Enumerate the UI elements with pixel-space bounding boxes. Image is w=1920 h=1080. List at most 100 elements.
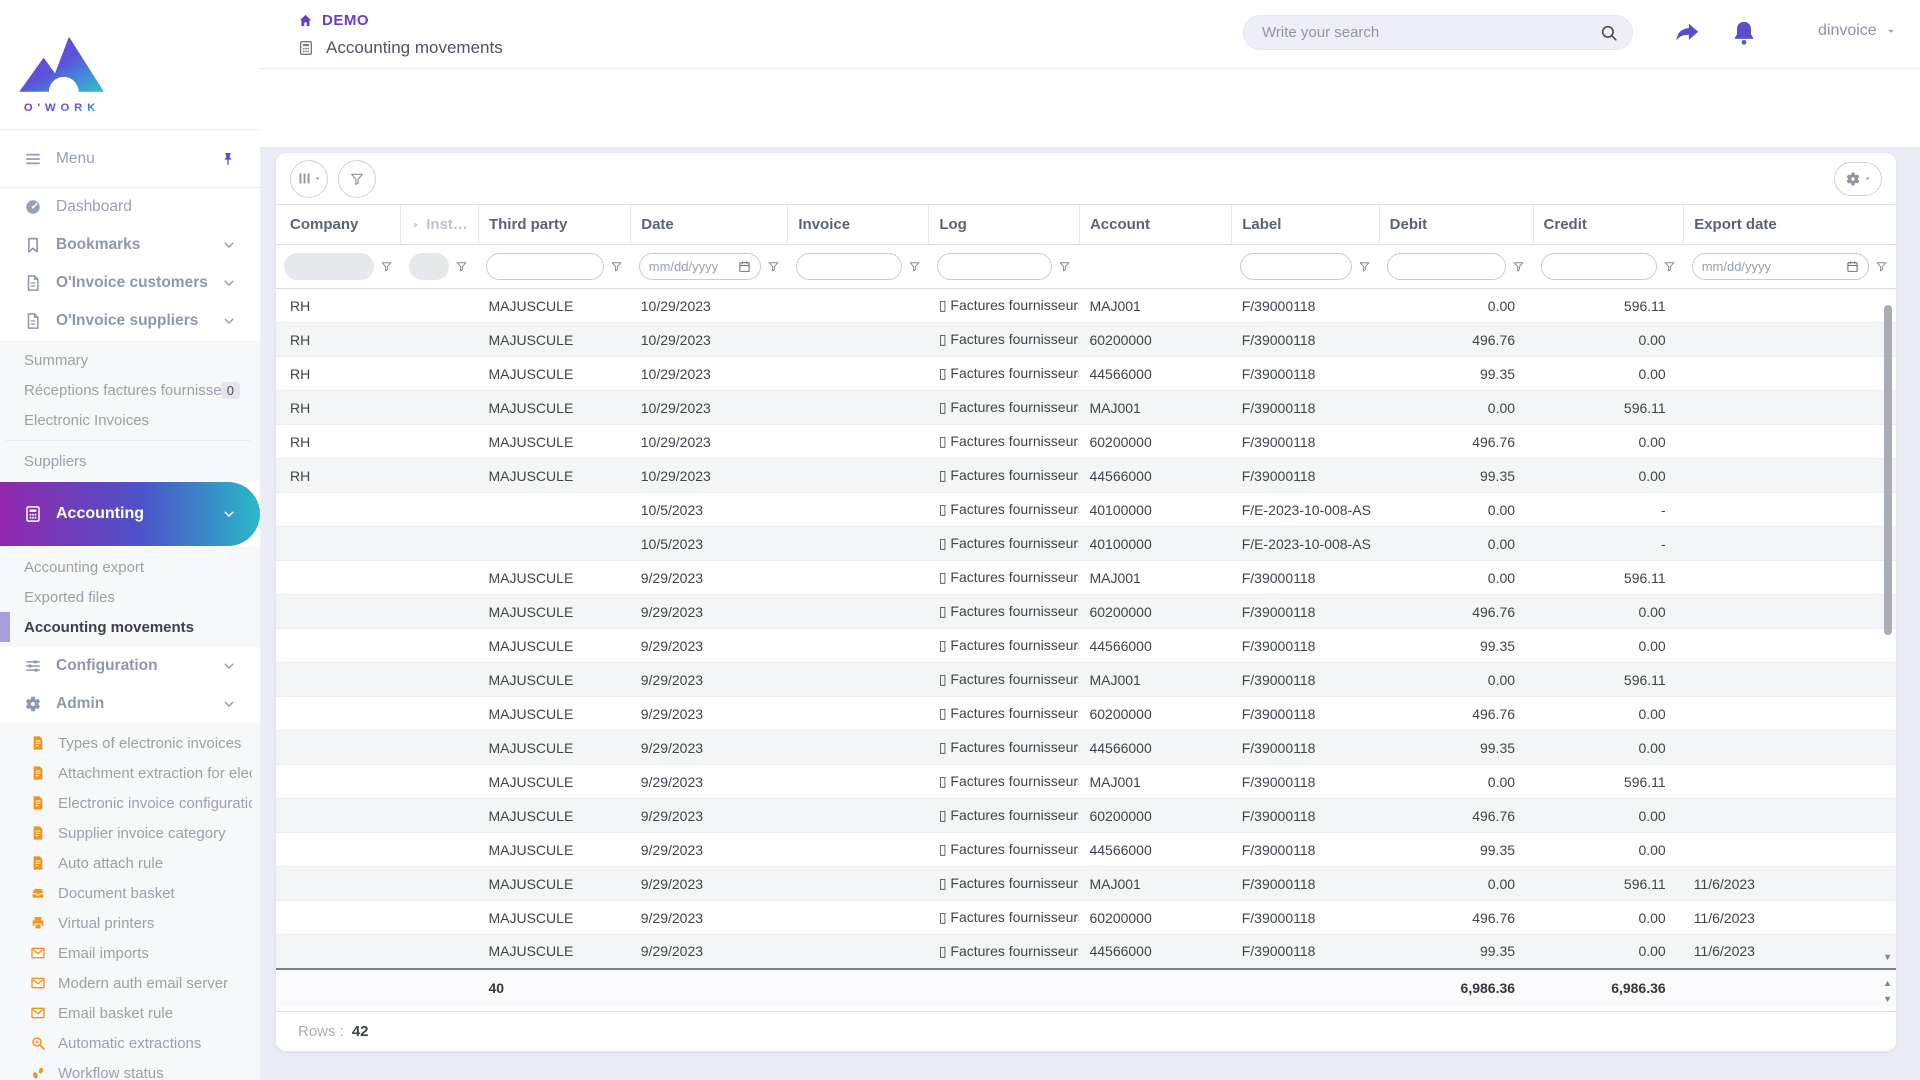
sidebar-item-summary[interactable]: Summary: [0, 345, 260, 375]
scroll-down-arrow[interactable]: ▼: [1883, 953, 1892, 962]
sidebar-item-bookmarks[interactable]: Bookmarks: [0, 226, 260, 264]
sidebar-item-receptions-factures[interactable]: Réceptions factures fournisseurs 0: [0, 375, 260, 405]
sidebar-item-virtual-printers[interactable]: Virtual printers: [0, 908, 260, 938]
col-header-export-date[interactable]: Export date: [1683, 205, 1896, 245]
table-row[interactable]: MAJUSCULE 9/29/2023 ▯ Factures fournisse…: [276, 934, 1896, 969]
sidebar-item-attachment-extraction[interactable]: Attachment extraction for electron: [0, 758, 260, 788]
filter-log-input[interactable]: [946, 259, 1043, 274]
user-menu[interactable]: dinvoice: [1818, 22, 1897, 40]
sidebar-item-electronic-invoice-configuration[interactable]: Electronic invoice configuration: [0, 788, 260, 818]
pin-icon[interactable]: [220, 151, 236, 167]
cell-label: F/39000118: [1231, 560, 1380, 595]
col-header-label[interactable]: Label: [1231, 205, 1380, 245]
cell-log: ▯ Factures fournisseurs: [928, 798, 1080, 833]
table-row[interactable]: MAJUSCULE 9/29/2023 ▯ Factures fournisse…: [276, 560, 1896, 595]
cell-credit: 596.11: [1533, 662, 1684, 697]
filter-button[interactable]: [338, 159, 376, 198]
scroll-down-arrow[interactable]: ▼: [1883, 995, 1892, 1004]
col-header-third-party[interactable]: Third party: [477, 205, 631, 245]
sidebar-item-types-electronic-invoices[interactable]: Types of electronic invoices: [0, 728, 260, 758]
table-row[interactable]: RH MAJUSCULE 10/29/2023 ▯ Factures fourn…: [276, 390, 1896, 425]
filter-label-input[interactable]: [1249, 259, 1343, 274]
bell-icon[interactable]: [1730, 19, 1758, 47]
table-row[interactable]: MAJUSCULE 9/29/2023 ▯ Factures fournisse…: [276, 764, 1896, 799]
cell-company: [276, 594, 401, 629]
table-row[interactable]: MAJUSCULE 9/29/2023 ▯ Factures fournisse…: [276, 628, 1896, 663]
filter-funnel-icon[interactable]: [767, 260, 780, 273]
filter-funnel-icon[interactable]: [1358, 260, 1371, 273]
table-row[interactable]: RH MAJUSCULE 10/29/2023 ▯ Factures fourn…: [276, 458, 1896, 493]
cell-invoice: [787, 594, 929, 629]
table-row[interactable]: 10/5/2023 ▯ Factures fournisseurs 401000…: [276, 526, 1896, 561]
sidebar-item-workflow-status[interactable]: Workflow status: [0, 1058, 260, 1080]
sidebar-item-electronic-invoices[interactable]: Electronic Invoices: [0, 405, 260, 435]
col-header-log[interactable]: Log: [928, 205, 1080, 245]
sidebar-menu-toggle[interactable]: Menu: [0, 130, 260, 188]
col-header-invoice[interactable]: Invoice: [787, 205, 929, 245]
filter-debit-input[interactable]: [1397, 259, 1497, 274]
search-icon[interactable]: [1600, 24, 1618, 42]
filter-funnel-icon[interactable]: [380, 260, 393, 273]
filter-date-input[interactable]: [648, 259, 734, 274]
sidebar-item-email-basket-rule[interactable]: Email basket rule: [0, 998, 260, 1028]
col-header-institution[interactable]: Institu...: [400, 205, 479, 245]
sidebar-item-accounting[interactable]: Accounting: [0, 482, 260, 546]
sidebar-item-accounting-movements[interactable]: Accounting movements: [0, 612, 260, 642]
sidebar-item-admin[interactable]: Admin: [0, 685, 260, 723]
col-header-debit[interactable]: Debit: [1378, 205, 1534, 245]
table-row[interactable]: 10/5/2023 ▯ Factures fournisseurs 401000…: [276, 492, 1896, 527]
filter-funnel-icon[interactable]: [908, 260, 921, 273]
table-row[interactable]: MAJUSCULE 9/29/2023 ▯ Factures fournisse…: [276, 866, 1896, 901]
filter-invoice-input[interactable]: [805, 259, 892, 274]
filter-third-party-input[interactable]: [496, 259, 594, 274]
filter-funnel-icon[interactable]: [1512, 260, 1525, 273]
table-row[interactable]: RH MAJUSCULE 10/29/2023 ▯ Factures fourn…: [276, 424, 1896, 459]
breadcrumb[interactable]: DEMO: [298, 12, 369, 29]
filter-credit-input[interactable]: [1551, 259, 1647, 274]
table-row[interactable]: MAJUSCULE 9/29/2023 ▯ Factures fournisse…: [276, 900, 1896, 935]
filter-funnel-icon[interactable]: [1058, 260, 1071, 273]
expand-right-icon[interactable]: [411, 220, 421, 230]
columns-button[interactable]: [290, 159, 328, 198]
table-row[interactable]: MAJUSCULE 9/29/2023 ▯ Factures fournisse…: [276, 832, 1896, 867]
table-row[interactable]: MAJUSCULE 9/29/2023 ▯ Factures fournisse…: [276, 662, 1896, 697]
sidebar-item-configuration[interactable]: Configuration: [0, 647, 260, 685]
col-header-company[interactable]: Company: [276, 205, 401, 245]
brand-logo[interactable]: O'WORK: [0, 0, 260, 130]
share-icon[interactable]: [1672, 18, 1702, 48]
cell-credit: 0.00: [1533, 594, 1684, 629]
sidebar-item-oinvoice-customers[interactable]: O'Invoice customers: [0, 264, 260, 302]
sidebar-item-suppliers[interactable]: Suppliers: [0, 446, 260, 476]
filter-export-date-input[interactable]: [1701, 259, 1842, 274]
sidebar-item-supplier-invoice-category[interactable]: Supplier invoice category: [0, 818, 260, 848]
filter-funnel-icon[interactable]: [1875, 260, 1888, 273]
col-header-credit[interactable]: Credit: [1532, 205, 1684, 245]
filter-funnel-icon[interactable]: [455, 260, 468, 273]
filter-funnel-icon[interactable]: [610, 260, 623, 273]
grid-settings-button[interactable]: [1834, 161, 1882, 196]
sidebar-item-oinvoice-suppliers[interactable]: O'Invoice suppliers: [0, 302, 260, 340]
table-row[interactable]: MAJUSCULE 9/29/2023 ▯ Factures fournisse…: [276, 594, 1896, 629]
sidebar-item-auto-attach-rule[interactable]: Auto attach rule: [0, 848, 260, 878]
col-header-date[interactable]: Date: [630, 205, 788, 245]
col-header-account[interactable]: Account: [1078, 205, 1232, 245]
sidebar-item-accounting-export[interactable]: Accounting export: [0, 552, 260, 582]
filter-funnel-icon[interactable]: [1663, 260, 1676, 273]
table-row[interactable]: RH MAJUSCULE 10/29/2023 ▯ Factures fourn…: [276, 288, 1896, 323]
sidebar-item-exported-files[interactable]: Exported files: [0, 582, 260, 612]
table-row[interactable]: MAJUSCULE 9/29/2023 ▯ Factures fournisse…: [276, 798, 1896, 833]
sidebar-item-email-imports[interactable]: Email imports: [0, 938, 260, 968]
sidebar-item-modern-auth-email-server[interactable]: Modern auth email server: [0, 968, 260, 998]
sidebar-item-document-basket[interactable]: Document basket: [0, 878, 260, 908]
sidebar-item-automatic-extractions[interactable]: Automatic extractions: [0, 1028, 260, 1058]
calendar-icon[interactable]: [738, 260, 751, 273]
table-row[interactable]: MAJUSCULE 9/29/2023 ▯ Factures fournisse…: [276, 696, 1896, 731]
table-row[interactable]: RH MAJUSCULE 10/29/2023 ▯ Factures fourn…: [276, 322, 1896, 357]
table-row[interactable]: MAJUSCULE 9/29/2023 ▯ Factures fournisse…: [276, 730, 1896, 765]
scroll-up-arrow[interactable]: ▲: [1883, 979, 1892, 988]
sidebar-item-dashboard[interactable]: Dashboard: [0, 188, 260, 226]
search-input[interactable]: [1262, 24, 1600, 41]
scrollbar-thumb[interactable]: [1884, 305, 1892, 635]
calendar-icon[interactable]: [1846, 260, 1859, 273]
table-row[interactable]: RH MAJUSCULE 10/29/2023 ▯ Factures fourn…: [276, 356, 1896, 391]
